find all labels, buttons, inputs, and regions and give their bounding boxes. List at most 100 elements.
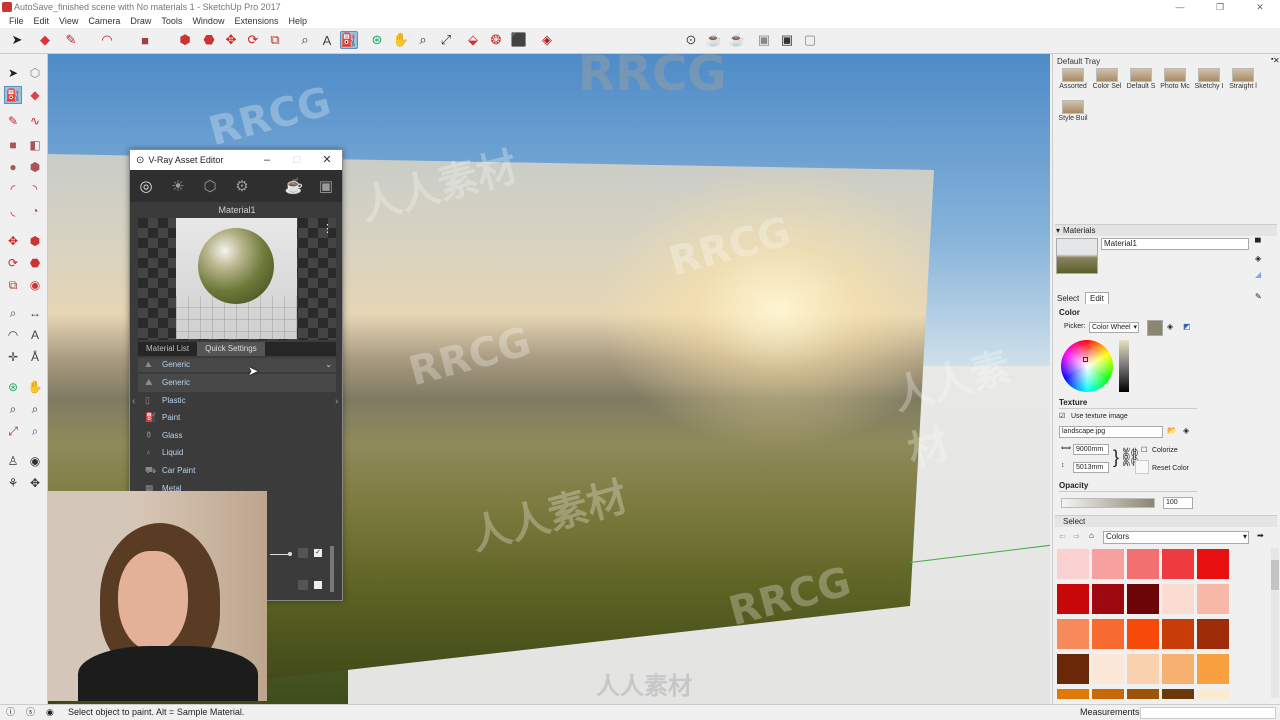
library-select[interactable]: Colors ▾ (1103, 531, 1249, 544)
preset-glass[interactable]: ⚱ Glass (138, 427, 336, 445)
axes-tool-icon[interactable]: ✛ (4, 348, 22, 366)
move-tool-icon[interactable]: ✥ (222, 31, 240, 49)
use-texture-checkbox[interactable]: ☑ (1059, 412, 1065, 420)
arc-tool-icon[interactable]: ◜ (4, 180, 22, 198)
color-swatch[interactable] (1162, 584, 1194, 614)
close-button[interactable]: ✕ (1240, 0, 1280, 14)
style-thumb-style-builder[interactable]: Style Buil (1057, 98, 1089, 128)
pan-tool-icon[interactable]: ✋ (392, 31, 410, 49)
walk-tool-icon[interactable]: ⚘ (4, 474, 22, 492)
ruby-console-icon[interactable]: ◈ (538, 31, 556, 49)
measurements-input[interactable] (1140, 707, 1276, 719)
tray-close-icon[interactable]: ✕ (1273, 56, 1280, 65)
follow-me-tool-icon[interactable]: ⬣ (200, 31, 218, 49)
settings-tab-icon[interactable]: ⚙ (232, 176, 252, 196)
tab-select[interactable]: Select (1057, 294, 1079, 303)
edit-texture-icon[interactable]: ◈ (1183, 426, 1189, 435)
tape-measure-icon[interactable]: ⌕ (4, 304, 22, 322)
orbit-tool-icon[interactable]: ⊛ (368, 31, 386, 49)
display-in-model-icon[interactable]: ▀ (1255, 238, 1261, 247)
rotate-tool-icon[interactable]: ⟳ (244, 31, 262, 49)
lights-tab-icon[interactable]: ☀ (168, 176, 188, 196)
offset-tool-icon[interactable]: ◉ (26, 276, 44, 294)
rectangle-tool-icon[interactable]: ■ (4, 136, 22, 154)
color-wheel-marker[interactable] (1083, 357, 1088, 362)
color-wheel[interactable] (1061, 340, 1113, 392)
paint-bucket-icon[interactable]: ⛽ (4, 86, 22, 104)
style-thumb-color-sets[interactable]: Color Sel (1091, 66, 1123, 96)
color-swatch[interactable] (1057, 689, 1089, 699)
style-thumb-default[interactable]: Default S (1125, 66, 1157, 96)
vray-scrollbar[interactable] (330, 546, 334, 592)
select-tool-icon[interactable]: ➤ (8, 31, 26, 49)
three-point-arc-icon[interactable]: ◟ (4, 202, 22, 220)
scale-tool-icon[interactable]: ⧉ (4, 276, 22, 294)
menu-draw[interactable]: Draw (125, 14, 156, 28)
default-material-icon[interactable]: ◢ (1255, 270, 1261, 279)
color-swatch[interactable] (1057, 619, 1089, 649)
previous-view-icon[interactable]: ⌕ (26, 422, 44, 440)
select-section-header[interactable]: Select (1055, 515, 1277, 527)
select-tool-icon[interactable]: ➤ (4, 64, 22, 82)
color-swatch[interactable] (1162, 619, 1194, 649)
materials-section-header[interactable]: ▾ Materials (1055, 224, 1277, 236)
vray-minimize-button[interactable]: – (252, 150, 282, 170)
chevron-left-icon[interactable]: ‹ (132, 396, 135, 407)
texture-file-field[interactable]: landscape.jpg (1059, 426, 1163, 438)
arc-tool-icon[interactable]: ◠ (98, 31, 116, 49)
forward-arrow-icon[interactable]: ⇨ (1073, 532, 1080, 541)
preset-paint[interactable]: ⛽ Paint (138, 409, 336, 427)
match-color-in-model-icon[interactable]: ◈ (1167, 322, 1173, 331)
paint-bucket-icon[interactable]: ⛽ (340, 31, 358, 49)
pan-tool-icon[interactable]: ✋ (26, 378, 44, 396)
style-thumb-assorted[interactable]: Assorted (1057, 66, 1089, 96)
home-icon[interactable]: ⌂ (1089, 531, 1094, 540)
material-thumbnail[interactable] (1056, 238, 1098, 274)
protractor-tool-icon[interactable]: ◠ (4, 326, 22, 344)
texture-slot-icon[interactable] (298, 548, 308, 558)
color-swatch[interactable] (1057, 654, 1089, 684)
components-icon[interactable]: ❂ (487, 31, 505, 49)
move-tool-icon[interactable]: ✥ (4, 232, 22, 250)
tab-edit[interactable]: Edit (1085, 292, 1109, 304)
geometry-tab-icon[interactable]: ⬡ (200, 176, 220, 196)
color-swatch[interactable] (1092, 689, 1124, 699)
vray-render-icon[interactable]: ☕ (705, 31, 723, 49)
color-swatch[interactable] (1057, 549, 1089, 579)
section-plane-icon[interactable]: ✥ (26, 474, 44, 492)
preset-plastic[interactable]: ▯ Plastic (138, 392, 336, 410)
picker-select[interactable]: Color Wheel ▾ (1089, 322, 1139, 333)
color-swatch[interactable] (1127, 619, 1159, 649)
menu-help[interactable]: Help (283, 14, 312, 28)
minimize-button[interactable]: — (1160, 0, 1200, 14)
circle-tool-icon[interactable]: ● (4, 158, 22, 176)
tape-measure-icon[interactable]: ⌕ (296, 31, 314, 49)
preview-options-icon[interactable]: ⋮ (322, 222, 333, 235)
vray-close-button[interactable]: ✕ (312, 150, 342, 170)
vray-maximize-button[interactable]: □ (282, 150, 312, 170)
menu-extensions[interactable]: Extensions (229, 14, 283, 28)
texture-slot-icon[interactable] (298, 580, 308, 590)
materials-tab-icon[interactable]: ◎ (136, 176, 156, 196)
look-around-icon[interactable]: ◉ (26, 452, 44, 470)
back-arrow-icon[interactable]: ⇦ (1059, 532, 1066, 541)
opacity-field[interactable]: 100 (1163, 497, 1193, 509)
style-thumb-photo[interactable]: Photo Mc (1159, 66, 1191, 96)
text-tool-icon[interactable]: A (318, 31, 336, 49)
color-swatch[interactable] (1127, 689, 1159, 699)
tab-quick-settings[interactable]: Quick Settings (197, 342, 265, 356)
orbit-tool-icon[interactable]: ⊛ (4, 378, 22, 396)
rectangle-tool-icon[interactable]: ■ (136, 31, 154, 49)
3d-text-icon[interactable]: Å (26, 348, 44, 366)
zoom-tool-icon[interactable]: ⌕ (4, 400, 22, 418)
eraser-tool-icon[interactable]: ◆ (26, 86, 44, 104)
color-swatch[interactable] (1197, 584, 1229, 614)
color-swatch[interactable] (1057, 584, 1089, 614)
rotated-rectangle-icon[interactable]: ◧ (26, 136, 44, 154)
menu-window[interactable]: Window (187, 14, 229, 28)
zoom-window-icon[interactable]: ⌕ (26, 400, 44, 418)
zoom-tool-icon[interactable]: ⌕ (414, 31, 432, 49)
follow-me-tool-icon[interactable]: ⬣ (26, 254, 44, 272)
current-color-swatch[interactable] (1147, 320, 1163, 336)
line-tool-icon[interactable]: ✎ (62, 31, 80, 49)
